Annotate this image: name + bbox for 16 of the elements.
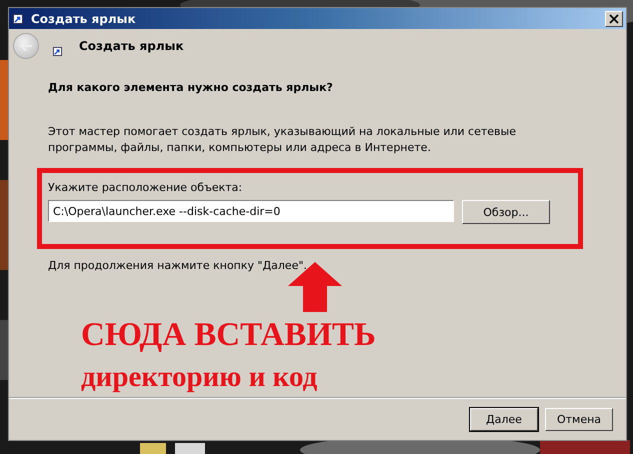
shortcut-icon (13, 14, 23, 24)
description-text: Этот мастер помогает создать ярлык, указывающий на локальные или сетевые программы, файлы, папки, компьютеры или адреса в Интернете. (48, 124, 517, 156)
next-button[interactable]: Далее (470, 408, 538, 430)
window-title: Создать ярлык (31, 12, 137, 26)
cancel-button[interactable]: Отмена (545, 408, 613, 430)
annotation-text: СЮДА ВСТАВИТЬ (81, 316, 376, 355)
close-button[interactable] (605, 10, 623, 26)
wizard-title: Создать ярлык (79, 39, 184, 53)
annotation-text: директорию и код (81, 360, 318, 395)
browse-button[interactable]: Обзор... (462, 200, 550, 224)
hint-text: Для продолжения нажмите кнопку "Далее". (48, 259, 308, 272)
question-heading: Для какого элемента нужно создать ярлык? (48, 81, 334, 94)
close-icon (609, 14, 619, 24)
location-field[interactable]: C:\Opera\launcher.exe --disk-cache-dir=0 (48, 200, 454, 222)
shortcut-icon (53, 46, 62, 56)
location-label: Укажите расположение объекта: (48, 181, 244, 194)
